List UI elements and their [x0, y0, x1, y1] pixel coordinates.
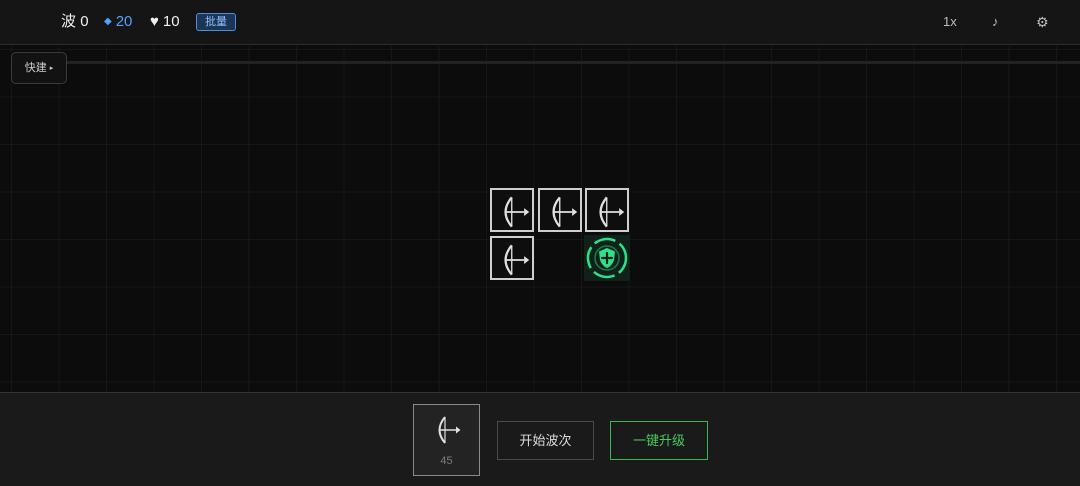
batch-mode-button[interactable]: 批量 [196, 13, 236, 31]
bow-tower[interactable] [585, 188, 629, 232]
crystal-icon: ◆ [104, 16, 112, 27]
heart-icon: ♥ [150, 13, 159, 30]
card-cost: 45 [440, 455, 453, 467]
bow-icon [599, 196, 625, 228]
top-hud-bar: 波 0 ◆ 20 ♥ 10 批量 1x ♪ ⚙ [0, 0, 1080, 45]
quick-build-label: 快建 [24, 62, 47, 74]
bow-icon [438, 416, 461, 444]
wave-value: 0 [80, 13, 89, 30]
wave-label: 波 [61, 13, 77, 30]
lives-counter: ♥ 10 [150, 13, 180, 31]
crystal-counter: ◆ 20 [104, 13, 132, 31]
shield-plus-icon [586, 237, 628, 278]
caret-right-icon: ▸ [49, 65, 54, 72]
music-icon[interactable]: ♪ [992, 13, 999, 31]
quick-build-button[interactable]: 快建 ▸ [11, 52, 67, 84]
core-base[interactable] [584, 234, 630, 281]
start-wave-button[interactable]: 开始波次 [497, 421, 594, 460]
bow-tower[interactable] [490, 235, 534, 280]
settings-gear-icon[interactable]: ⚙ [1036, 13, 1049, 31]
bow-icon [504, 196, 530, 228]
bow-tower[interactable] [490, 188, 534, 232]
wave-counter: 波 0 [61, 13, 89, 31]
speed-button[interactable]: 1x [943, 13, 957, 31]
bow-tower[interactable] [537, 188, 582, 232]
map-divider [66, 61, 1080, 64]
game-map[interactable]: 快建 ▸ [0, 46, 1080, 392]
lives-value: 10 [162, 13, 180, 30]
upgrade-all-button[interactable]: 一键升级 [610, 421, 708, 460]
crystal-value: 20 [115, 13, 133, 30]
build-panel: 45 开始波次 一键升级 [0, 392, 1080, 486]
bow-icon [504, 244, 530, 275]
bow-icon [551, 196, 577, 228]
bow-tower-card[interactable]: 45 [413, 404, 480, 476]
